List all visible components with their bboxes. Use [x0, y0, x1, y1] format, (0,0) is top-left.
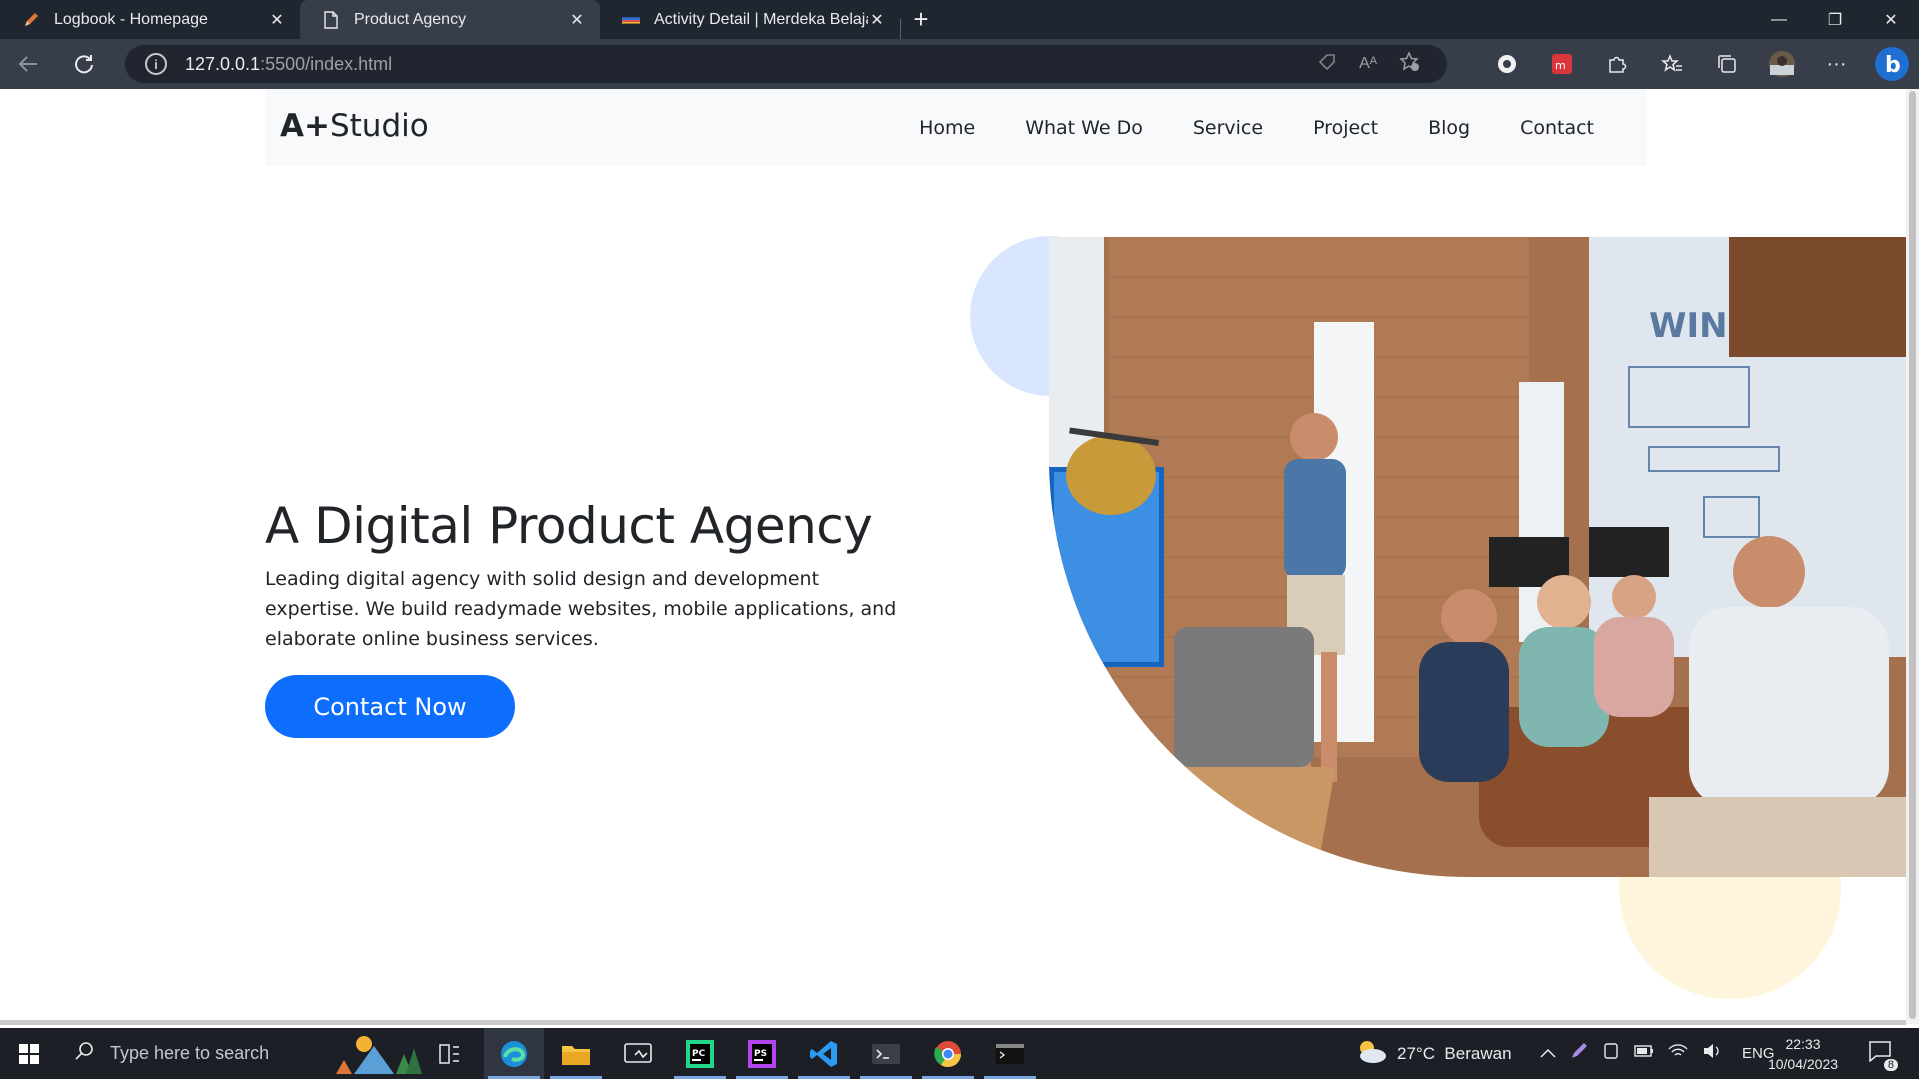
tab-activity-detail[interactable]: Activity Detail | Merdeka Belajar ✕ [600, 0, 900, 39]
hero-description: Leading digital agency with solid design… [265, 568, 897, 650]
new-tab-button[interactable]: + [901, 0, 941, 39]
minimize-icon[interactable]: — [1751, 0, 1807, 39]
vertical-scrollbar[interactable] [1906, 89, 1919, 1024]
taskbar-search[interactable]: Type here to search [62, 1030, 422, 1077]
close-window-icon[interactable]: ✕ [1863, 0, 1919, 39]
brand-logo[interactable]: A+Studio [280, 108, 429, 144]
window-controls: — ❐ ✕ [1751, 0, 1919, 39]
nav-blog[interactable]: Blog [1428, 117, 1470, 139]
search-placeholder: Type here to search [110, 1043, 270, 1063]
extensions-puzzle-icon[interactable] [1589, 39, 1644, 89]
nav-project[interactable]: Project [1313, 117, 1378, 139]
system-monitor-icon[interactable] [608, 1028, 668, 1079]
toolbar-icons: m ··· b [1479, 39, 1919, 89]
svg-text:PS: PS [754, 1049, 767, 1059]
close-icon[interactable]: ✕ [868, 11, 886, 29]
battery-icon[interactable] [1634, 1044, 1654, 1063]
clock-time: 22:33 [1785, 1035, 1821, 1052]
bing-chat-icon[interactable]: b [1864, 39, 1919, 89]
nav-what-we-do[interactable]: What We Do [1025, 117, 1143, 139]
camping-illustration-icon [334, 1034, 422, 1079]
tag-icon[interactable] [1317, 52, 1337, 77]
hero-image: WIN [1049, 237, 1906, 877]
contact-now-button[interactable]: Contact Now [265, 675, 515, 738]
mendeley-extension-icon[interactable]: m [1534, 39, 1589, 89]
document-icon [322, 10, 340, 29]
more-options-icon[interactable]: ··· [1809, 39, 1864, 89]
tab-title: Activity Detail | Merdeka Belajar [654, 10, 868, 28]
hero-title: A Digital Product Agency [265, 497, 873, 555]
office-presentation-illustration: WIN [1049, 237, 1906, 877]
url-host: 127.0.0.1 [185, 53, 261, 74]
system-tray: ENG [1540, 1028, 1775, 1079]
browser-tab-bar: Logbook - Homepage ✕ Product Agency ✕ Ac… [0, 0, 1919, 39]
add-favorite-icon[interactable] [1399, 50, 1421, 78]
restore-icon[interactable]: ❐ [1807, 0, 1863, 39]
nav-home[interactable]: Home [919, 117, 975, 139]
svg-text:b: b [1885, 53, 1901, 78]
volume-icon[interactable] [1702, 1043, 1722, 1064]
reload-button[interactable] [56, 39, 112, 89]
horizontal-scrollbar[interactable] [0, 1020, 1906, 1025]
task-view-button[interactable] [420, 1028, 480, 1079]
site-info-icon[interactable]: i [145, 53, 167, 75]
weather-text: 27°C Berawan [1397, 1043, 1512, 1063]
clock[interactable]: 22:33 10/04/2023 [1768, 1028, 1838, 1079]
start-button[interactable] [0, 1028, 58, 1079]
notification-center[interactable]: 8 [1868, 1028, 1898, 1079]
wifi-icon[interactable] [1668, 1043, 1688, 1064]
nav-service[interactable]: Service [1193, 117, 1263, 139]
brand-rest: Studio [329, 108, 429, 144]
pycharm-icon[interactable]: PC [670, 1028, 730, 1079]
terminal-icon[interactable] [856, 1028, 916, 1079]
read-aloud-icon[interactable]: Aᴬ [1359, 55, 1377, 73]
omnibox-actions: Aᴬ [1317, 45, 1421, 83]
url-path: :5500/index.html [260, 53, 393, 74]
chrome-icon[interactable] [918, 1028, 978, 1079]
nav-links: Home What We Do Service Project Blog Con… [919, 89, 1594, 166]
notification-icon: 8 [1868, 1040, 1898, 1071]
edge-taskbar-icon[interactable] [484, 1028, 544, 1079]
kampus-merdeka-icon [622, 11, 640, 29]
clock-date: 10/04/2023 [1767, 1055, 1839, 1072]
notification-badge: 8 [1883, 1059, 1898, 1071]
close-icon[interactable]: ✕ [568, 11, 586, 29]
favorites-icon[interactable] [1644, 39, 1699, 89]
vscode-icon[interactable] [794, 1028, 854, 1079]
back-button[interactable] [0, 39, 56, 89]
svg-text:WIN: WIN [1649, 306, 1728, 346]
tab-product-agency[interactable]: Product Agency ✕ [300, 0, 600, 39]
svg-text:PC: PC [692, 1049, 706, 1059]
device-icon[interactable] [1602, 1042, 1620, 1065]
pen-icon[interactable] [1570, 1042, 1588, 1065]
tab-title: Product Agency [354, 10, 467, 28]
address-bar[interactable]: i 127.0.0.1 :5500/index.html Aᴬ [125, 45, 1447, 83]
extension-circle-icon[interactable] [1479, 39, 1534, 89]
close-icon[interactable]: ✕ [268, 11, 286, 29]
scrollbar-thumb[interactable] [1909, 91, 1916, 1019]
avatar[interactable] [1754, 39, 1809, 89]
nav-contact[interactable]: Contact [1520, 117, 1594, 139]
brand-bold: A+ [280, 108, 330, 144]
site-navbar: A+Studio Home What We Do Service Project… [265, 89, 1647, 166]
weather-widget[interactable]: 27°C Berawan [1355, 1028, 1512, 1079]
tab-logbook[interactable]: Logbook - Homepage ✕ [0, 0, 300, 39]
pencil-icon [22, 11, 40, 29]
command-prompt-icon[interactable] [980, 1028, 1040, 1079]
tab-title: Logbook - Homepage [54, 10, 208, 28]
svg-text:m: m [1555, 59, 1566, 72]
web-page: A+Studio Home What We Do Service Project… [0, 89, 1906, 1024]
search-icon [74, 1041, 94, 1066]
cloudy-weather-icon [1355, 1038, 1387, 1069]
file-explorer-icon[interactable] [546, 1028, 606, 1079]
phpstorm-icon[interactable]: PS [732, 1028, 792, 1079]
chevron-up-icon[interactable] [1540, 1045, 1556, 1063]
collections-icon[interactable] [1699, 39, 1754, 89]
